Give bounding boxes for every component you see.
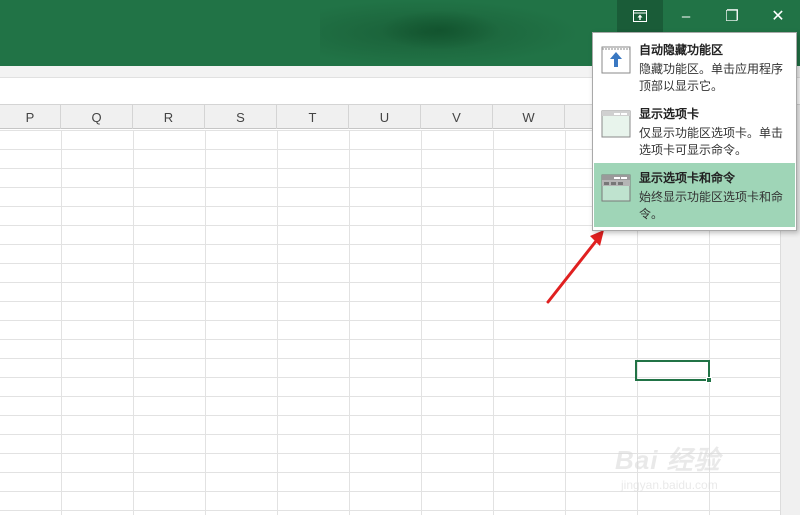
close-button[interactable]: ✕: [755, 0, 800, 32]
watermark: Bai 经验 jingyan.baidu.com: [615, 430, 785, 500]
menu-item-title: 显示选项卡和命令: [639, 171, 736, 185]
fill-handle[interactable]: [706, 377, 712, 383]
column-label: U: [379, 109, 390, 125]
column-header-p[interactable]: P: [0, 105, 61, 129]
minimize-button[interactable]: –: [663, 0, 709, 32]
auto-hide-ribbon-icon: [601, 46, 631, 74]
column-label: T: [308, 109, 317, 125]
column-header-t[interactable]: T: [277, 105, 349, 129]
column-header-q[interactable]: Q: [61, 105, 133, 129]
column-header-u[interactable]: U: [349, 105, 421, 129]
column-label: P: [25, 109, 35, 125]
column-label: Q: [91, 109, 102, 125]
column-label: R: [163, 109, 174, 125]
restore-button[interactable]: ❐: [709, 0, 755, 32]
ribbon-display-options-button[interactable]: [617, 0, 663, 32]
menu-item-description: 始终显示功能区选项卡和命令。: [639, 190, 784, 221]
ribbon-display-options-menu: 自动隐藏功能区 隐藏功能区。单击应用程序顶部以显示它。 显示选项卡 仅显示功能区…: [592, 32, 797, 231]
column-header-v[interactable]: V: [421, 105, 493, 129]
watermark-logo: Bai 经验: [615, 445, 721, 475]
column-header-s[interactable]: S: [205, 105, 277, 129]
menu-item-show-tabs-and-commands[interactable]: 显示选项卡和命令 始终显示功能区选项卡和命令。: [594, 163, 795, 227]
column-label: V: [452, 109, 461, 125]
column-label: W: [522, 109, 535, 125]
column-label: S: [236, 109, 245, 125]
selected-cell[interactable]: [635, 360, 710, 381]
excel-window: – ❐ ✕ P Q R S T U V W Bai 经验 jingyan.bai…: [0, 0, 800, 515]
watermark-url: jingyan.baidu.com: [621, 478, 718, 492]
close-icon: ✕: [771, 8, 785, 25]
menu-item-show-tabs[interactable]: 显示选项卡 仅显示功能区选项卡。单击选项卡可显示命令。: [594, 99, 795, 163]
menu-item-title: 显示选项卡: [639, 107, 700, 121]
menu-item-description: 隐藏功能区。单击应用程序顶部以显示它。: [639, 62, 784, 93]
ribbon-display-options-icon: [633, 10, 647, 22]
red-arrow-annotation: [546, 230, 604, 304]
show-tabs-icon: [601, 110, 631, 138]
minimize-icon: –: [681, 7, 691, 25]
show-tabs-and-commands-icon: [601, 174, 631, 202]
column-header-w[interactable]: W: [493, 105, 565, 129]
menu-item-title: 自动隐藏功能区: [639, 43, 724, 57]
menu-item-description: 仅显示功能区选项卡。单击选项卡可显示命令。: [639, 126, 784, 157]
column-header-r[interactable]: R: [133, 105, 205, 129]
restore-icon: ❐: [725, 8, 739, 25]
menu-item-auto-hide-ribbon[interactable]: 自动隐藏功能区 隐藏功能区。单击应用程序顶部以显示它。: [594, 35, 795, 99]
